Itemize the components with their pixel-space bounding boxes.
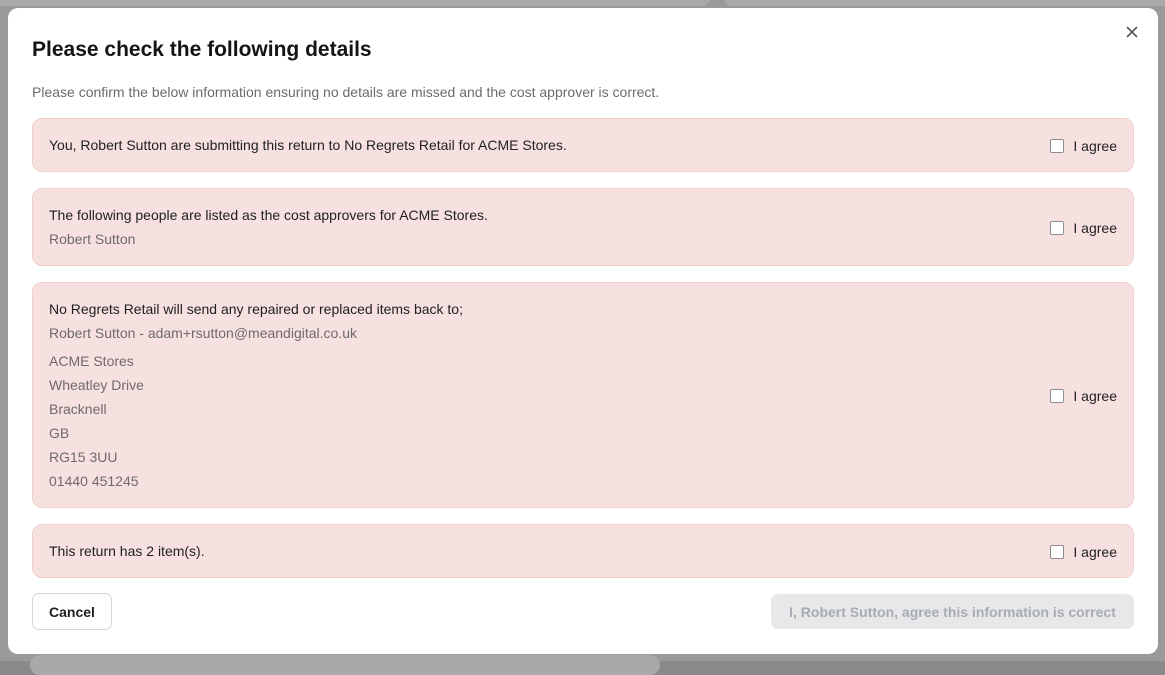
approvers-confirmation-card: The following people are listed as the c…	[32, 188, 1134, 266]
return-address-confirmation-card: No Regrets Retail will send any repaired…	[32, 282, 1134, 508]
background-card	[30, 655, 660, 675]
confirm-details-button[interactable]: I, Robert Sutton, agree this information…	[771, 594, 1134, 629]
approvers-agree-checkbox[interactable]: I agree	[1050, 220, 1117, 236]
agree-label: I agree	[1073, 544, 1117, 560]
checkbox-box[interactable]	[1050, 545, 1065, 559]
approvers-text: The following people are listed as the c…	[49, 207, 488, 223]
address-line-country: GB	[49, 425, 70, 441]
address-line-street: Wheatley Drive	[49, 377, 144, 393]
return-contact: Robert Sutton - adam+rsutton@meandigital…	[49, 325, 357, 341]
address-line-company: ACME Stores	[49, 353, 134, 369]
checkbox-box[interactable]	[1050, 221, 1065, 235]
agree-label: I agree	[1073, 138, 1117, 154]
address-line-phone: 01440 451245	[49, 473, 139, 489]
items-confirmation-card: This return has 2 item(s). I agree	[32, 524, 1134, 578]
submitter-text: You, Robert Sutton are submitting this r…	[49, 137, 567, 153]
items-agree-checkbox[interactable]: I agree	[1050, 544, 1117, 560]
submitter-confirmation-card: You, Robert Sutton are submitting this r…	[32, 118, 1134, 172]
submitter-agree-checkbox[interactable]: I agree	[1050, 138, 1117, 154]
checkbox-box[interactable]	[1050, 139, 1065, 153]
items-text: This return has 2 item(s).	[49, 543, 205, 559]
close-icon	[1126, 26, 1138, 38]
cancel-button[interactable]: Cancel	[32, 593, 112, 630]
approver-names: Robert Sutton	[49, 231, 136, 247]
return-address-agree-checkbox[interactable]: I agree	[1050, 388, 1117, 404]
address-line-postcode: RG15 3UU	[49, 449, 118, 465]
background-card	[724, 0, 1165, 6]
address-line-town: Bracknell	[49, 401, 107, 417]
close-button[interactable]	[1124, 24, 1140, 40]
background-card	[0, 0, 710, 6]
dialog-title: Please check the following details	[32, 38, 372, 61]
agree-label: I agree	[1073, 220, 1117, 236]
agree-label: I agree	[1073, 388, 1117, 404]
return-address-text: No Regrets Retail will send any repaired…	[49, 301, 463, 317]
confirmation-dialog: Please check the following details Pleas…	[8, 8, 1158, 654]
dialog-subtitle: Please confirm the below information ens…	[32, 84, 660, 100]
checkbox-box[interactable]	[1050, 389, 1065, 403]
